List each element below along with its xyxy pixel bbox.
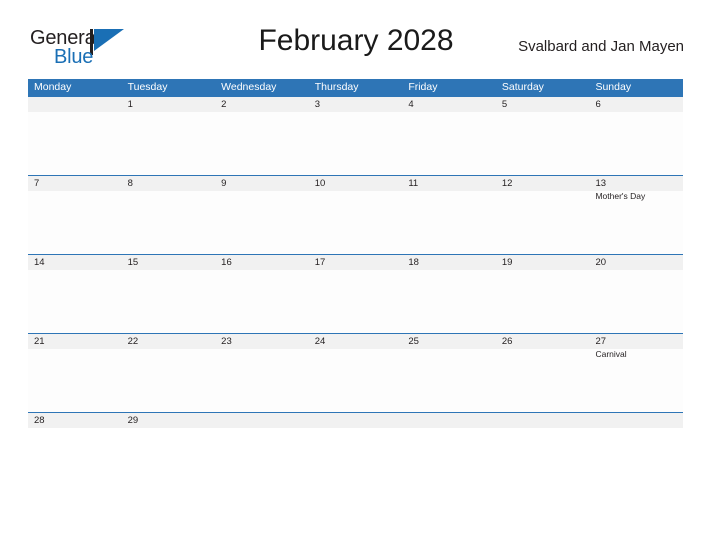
day-number [408, 415, 496, 426]
day-number: 25 [408, 336, 419, 347]
day-cell[interactable]: 20 [589, 255, 683, 333]
day-number: 28 [34, 415, 45, 426]
day-number: 18 [408, 257, 419, 268]
calendar-page: General Blue February 2028 Svalbard and … [0, 0, 712, 550]
day-number [502, 415, 590, 426]
day-cell[interactable]: 7 [28, 176, 122, 254]
day-event: Carnival [595, 349, 627, 359]
day-number: 10 [314, 178, 326, 189]
weekday-header-friday: Friday [408, 81, 438, 93]
day-cell[interactable]: 22 [122, 334, 216, 412]
day-number: 19 [501, 257, 513, 268]
weekday-header-saturday: Saturday [501, 81, 544, 93]
day-cell[interactable]: 19 [496, 255, 590, 333]
day-cell[interactable] [402, 413, 496, 428]
day-number: 8 [127, 178, 133, 189]
day-number: 23 [221, 336, 232, 347]
day-cell[interactable]: 5 [496, 97, 590, 175]
day-number: 4 [408, 99, 414, 110]
day-number: 12 [501, 178, 513, 189]
day-cell[interactable]: 26 [496, 334, 590, 412]
day-number: 17 [314, 257, 326, 268]
day-cell[interactable]: 24 [309, 334, 403, 412]
day-cell[interactable]: 3 [309, 97, 403, 175]
day-cell[interactable]: 4 [402, 97, 496, 175]
weekday-header-wednesday: Wednesday [221, 81, 277, 93]
day-cell[interactable] [496, 413, 590, 428]
day-number: 6 [595, 99, 601, 110]
day-number [315, 415, 403, 426]
weekday-header-row: Monday Tuesday Wednesday Thursday Friday… [28, 79, 683, 96]
weekday-header-monday: Monday [34, 81, 72, 93]
calendar-week-row: 14 15 16 17 18 19 20 [28, 254, 683, 333]
day-cell[interactable]: 1 [122, 97, 216, 175]
day-number [221, 415, 309, 426]
day-number: 26 [501, 336, 513, 347]
day-cell[interactable]: 17 [309, 255, 403, 333]
day-cell[interactable] [589, 413, 683, 428]
calendar-week-band: 28 29 [28, 412, 683, 428]
day-number [595, 415, 683, 426]
calendar-week-row: 21 22 23 24 25 26 27 Carnival [28, 333, 683, 412]
day-cell[interactable]: 16 [215, 255, 309, 333]
weekday-header-thursday: Thursday [314, 81, 359, 93]
day-number: 5 [501, 99, 508, 110]
calendar-week-row: 7 8 9 10 11 12 13 Mother's Day [28, 175, 683, 254]
page-header: General Blue February 2028 Svalbard and … [28, 24, 684, 72]
day-cell[interactable]: 29 [122, 413, 216, 428]
day-number: 29 [127, 415, 139, 426]
region-label: Svalbard and Jan Mayen [518, 38, 684, 55]
day-cell[interactable]: 14 [28, 255, 122, 333]
calendar-week-band: 1 2 3 4 5 6 [28, 96, 683, 175]
calendar-week-row: 1 2 3 4 5 6 [28, 96, 683, 175]
day-number: 11 [408, 178, 419, 189]
day-number: 3 [314, 99, 321, 110]
day-cell[interactable]: 9 [215, 176, 309, 254]
day-number: 9 [221, 178, 227, 189]
day-cell[interactable]: 12 [496, 176, 590, 254]
weekday-header-sunday: Sunday [595, 81, 632, 93]
day-cell[interactable]: 6 [589, 97, 683, 175]
day-number: 13 [595, 178, 607, 189]
calendar-grid: Monday Tuesday Wednesday Thursday Friday… [28, 79, 683, 428]
day-number: 7 [34, 178, 40, 189]
day-cell[interactable]: 8 [122, 176, 216, 254]
day-number: 27 [595, 336, 607, 347]
day-number [34, 99, 122, 110]
day-cell[interactable]: 27 Carnival [589, 334, 683, 412]
day-number: 14 [34, 257, 45, 268]
day-number: 24 [314, 336, 326, 347]
day-number: 16 [221, 257, 232, 268]
day-cell[interactable] [28, 97, 122, 175]
day-number: 20 [595, 257, 607, 268]
calendar-week-band: 21 22 23 24 25 26 27 Carnival [28, 333, 683, 412]
day-cell[interactable]: 21 [28, 334, 122, 412]
day-cell[interactable]: 18 [402, 255, 496, 333]
day-event: Mother's Day [595, 191, 646, 201]
day-number: 21 [34, 336, 45, 347]
day-cell[interactable]: 23 [215, 334, 309, 412]
day-number: 2 [221, 99, 227, 110]
day-cell[interactable]: 15 [122, 255, 216, 333]
calendar-week-band: 7 8 9 10 11 12 13 Mother's Day [28, 175, 683, 254]
calendar-week-band: 14 15 16 17 18 19 20 [28, 254, 683, 333]
weekday-header-tuesday: Tuesday [127, 81, 168, 93]
day-cell[interactable]: 10 [309, 176, 403, 254]
day-cell[interactable] [215, 413, 309, 428]
day-cell[interactable]: 2 [215, 97, 309, 175]
calendar-week-row: 28 29 [28, 412, 683, 428]
day-cell[interactable]: 25 [402, 334, 496, 412]
day-cell[interactable]: 13 Mother's Day [589, 176, 683, 254]
day-number: 1 [127, 99, 133, 110]
day-cell[interactable] [309, 413, 403, 428]
day-cell[interactable]: 11 [402, 176, 496, 254]
day-number: 22 [127, 336, 139, 347]
day-number: 15 [127, 257, 139, 268]
day-cell[interactable]: 28 [28, 413, 122, 428]
